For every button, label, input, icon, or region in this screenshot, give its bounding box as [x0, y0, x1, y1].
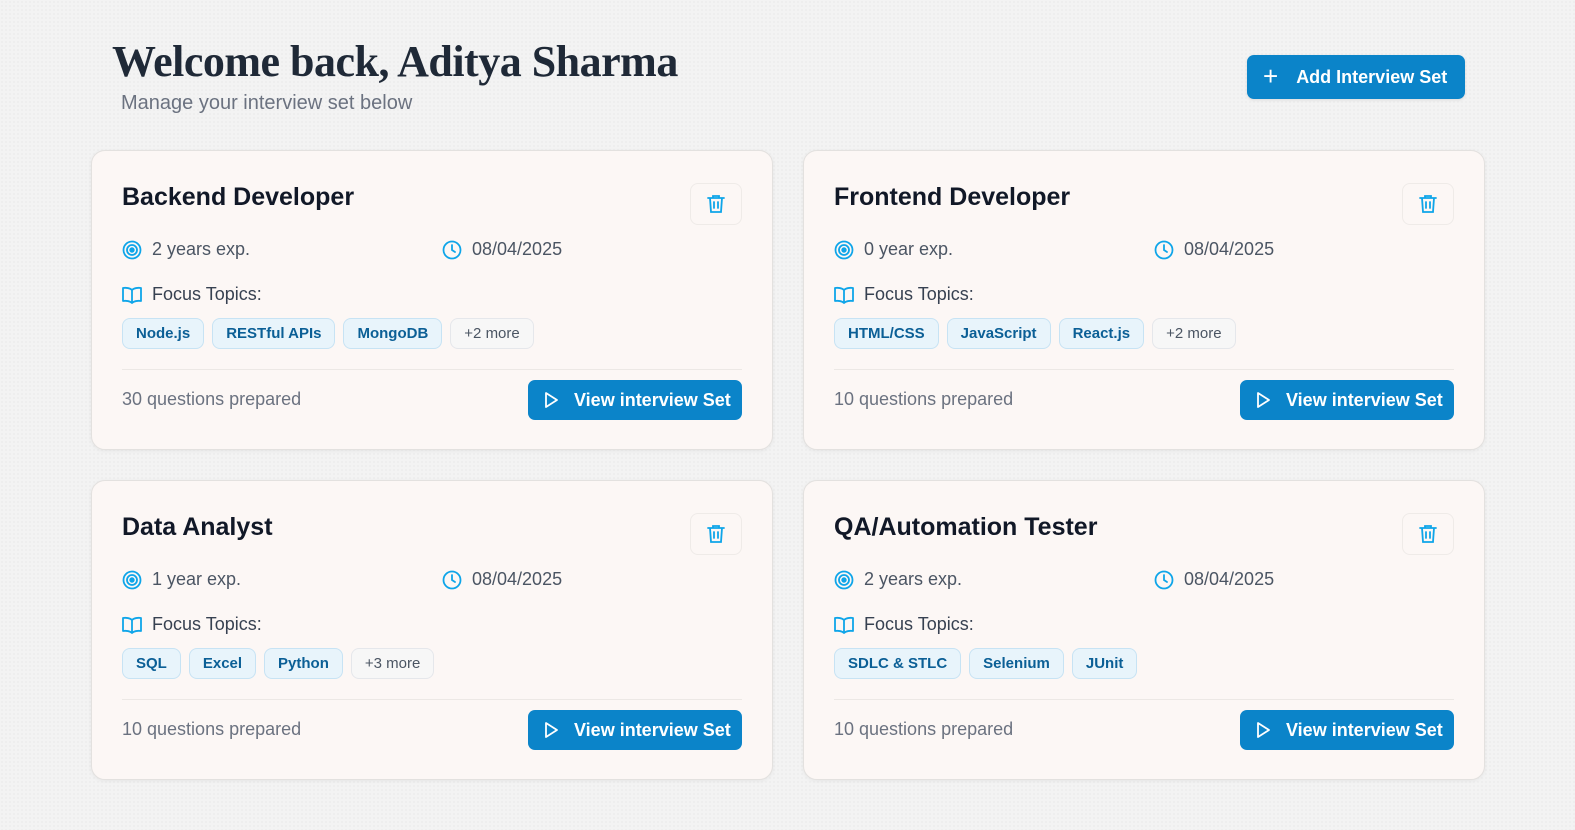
divider	[834, 369, 1454, 370]
clock-icon	[442, 570, 462, 590]
created-date: 08/04/2025	[442, 569, 562, 590]
delete-button[interactable]	[1402, 513, 1454, 555]
plus-icon: +	[1263, 60, 1279, 91]
experience-text: 0 year exp.	[864, 239, 954, 259]
card-title: Backend Developer	[122, 183, 355, 211]
play-icon	[1254, 721, 1272, 739]
interview-set-card: Frontend Developer 0 year exp. 08/04/202…	[803, 150, 1485, 450]
topic-tags: HTML/CSS JavaScript React.js +2 more	[834, 318, 1236, 349]
topic-tags: SQL Excel Python +3 more	[122, 648, 435, 679]
focus-topics-label: Focus Topics:	[122, 614, 262, 635]
play-icon	[1254, 391, 1272, 409]
target-icon	[122, 570, 142, 590]
view-interview-set-label: View interview Set	[574, 389, 731, 410]
created-date: 08/04/2025	[1154, 239, 1274, 260]
trash-icon	[707, 524, 725, 544]
focus-topics-label: Focus Topics:	[834, 284, 974, 305]
date-text: 08/04/2025	[472, 239, 563, 259]
experience-text: 1 year exp.	[152, 569, 242, 589]
target-icon	[122, 240, 142, 260]
experience: 0 year exp.	[834, 239, 953, 260]
questions-count: 30 questions prepared	[122, 389, 302, 409]
focus-topics-label: Focus Topics:	[122, 284, 262, 305]
questions-count: 10 questions prepared	[834, 719, 1014, 739]
interview-set-card: Data Analyst 1 year exp. 08/04/2025 Focu…	[91, 480, 773, 780]
focus-topics-text: Focus Topics:	[864, 614, 974, 634]
clock-icon	[442, 240, 462, 260]
experience: 2 years exp.	[834, 569, 962, 590]
topic-tag: RESTful APIs	[212, 318, 336, 349]
divider	[122, 369, 742, 370]
clock-icon	[1154, 570, 1174, 590]
add-interview-set-label: Add Interview Set	[1296, 66, 1448, 87]
topic-tag: HTML/CSS	[834, 318, 939, 349]
trash-icon	[707, 194, 725, 214]
focus-topics-text: Focus Topics:	[864, 284, 974, 304]
clock-icon	[1154, 240, 1174, 260]
play-icon	[542, 391, 560, 409]
focus-topics-label: Focus Topics:	[834, 614, 974, 635]
questions-count: 10 questions prepared	[834, 389, 1014, 409]
focus-topics-text: Focus Topics:	[152, 284, 262, 304]
target-icon	[834, 240, 854, 260]
experience-text: 2 years exp.	[864, 569, 963, 589]
focus-topics-text: Focus Topics:	[152, 614, 262, 634]
topic-tag: MongoDB	[343, 318, 443, 349]
divider	[834, 699, 1454, 700]
topic-tag: Node.js	[122, 318, 205, 349]
divider	[122, 699, 742, 700]
topic-tag: SDLC & STLC	[834, 648, 962, 679]
trash-icon	[1419, 524, 1437, 544]
date-text: 08/04/2025	[1184, 569, 1275, 589]
created-date: 08/04/2025	[1154, 569, 1274, 590]
view-interview-set-label: View interview Set	[1286, 389, 1443, 410]
interview-set-card: QA/Automation Tester 2 years exp. 08/04/…	[803, 480, 1485, 780]
more-topics-tag: +2 more	[1152, 318, 1236, 349]
more-topics-tag: +3 more	[350, 648, 435, 679]
view-interview-set-button[interactable]: View interview Set	[528, 710, 742, 750]
more-topics-tag: +2 more	[450, 318, 534, 349]
created-date: 08/04/2025	[442, 239, 562, 260]
view-interview-set-button[interactable]: View interview Set	[1240, 380, 1454, 420]
view-interview-set-label: View interview Set	[1286, 719, 1443, 740]
topic-tag: SQL	[122, 648, 181, 679]
view-interview-set-button[interactable]: View interview Set	[528, 380, 742, 420]
card-title: Frontend Developer	[834, 183, 1071, 211]
card-title: QA/Automation Tester	[834, 513, 1098, 541]
topic-tag: Excel	[188, 648, 257, 679]
topic-tags: Node.js RESTful APIs MongoDB +2 more	[122, 318, 534, 349]
target-icon	[834, 570, 854, 590]
topic-tag: React.js	[1058, 318, 1145, 349]
delete-button[interactable]	[690, 183, 742, 225]
page-title: Welcome back, Aditya Sharma	[112, 37, 678, 86]
view-interview-set-button[interactable]: View interview Set	[1240, 710, 1454, 750]
topic-tag: Selenium	[969, 648, 1064, 679]
date-text: 08/04/2025	[1184, 239, 1275, 259]
page-header: Welcome back, Aditya Sharma Manage your …	[112, 38, 678, 115]
book-icon	[122, 286, 142, 304]
add-interview-set-button[interactable]: + Add Interview Set	[1247, 55, 1465, 99]
card-title: Data Analyst	[122, 513, 273, 541]
play-icon	[542, 721, 560, 739]
trash-icon	[1419, 194, 1437, 214]
book-icon	[834, 286, 854, 304]
topic-tags: SDLC & STLC Selenium JUnit	[834, 648, 1138, 679]
view-interview-set-label: View interview Set	[574, 719, 731, 740]
topic-tag: JavaScript	[946, 318, 1051, 349]
page-subtitle: Manage your interview set below	[121, 92, 413, 114]
date-text: 08/04/2025	[472, 569, 563, 589]
book-icon	[834, 616, 854, 634]
questions-count: 10 questions prepared	[122, 719, 302, 739]
book-icon	[122, 616, 142, 634]
topic-tag: Python	[264, 648, 343, 679]
experience-text: 2 years exp.	[152, 239, 251, 259]
delete-button[interactable]	[1402, 183, 1454, 225]
interview-set-card: Backend Developer 2 years exp. 08/04/202…	[91, 150, 773, 450]
experience: 1 year exp.	[122, 569, 241, 590]
delete-button[interactable]	[690, 513, 742, 555]
topic-tag: JUnit	[1071, 648, 1138, 679]
experience: 2 years exp.	[122, 239, 250, 260]
